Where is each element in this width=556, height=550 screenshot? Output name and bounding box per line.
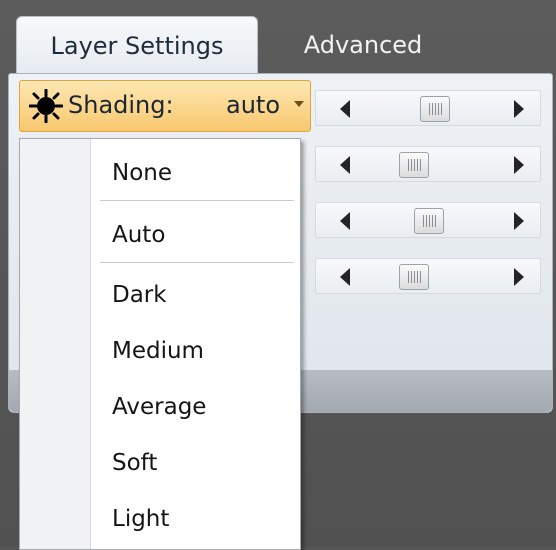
slider-left-arrow-icon[interactable] <box>340 156 350 174</box>
sun-icon <box>29 89 63 123</box>
tab-advanced[interactable]: Advanced <box>268 16 458 74</box>
shading-label: Shading: <box>68 91 174 119</box>
slider-right-arrow-icon[interactable] <box>514 268 524 286</box>
menu-item-none[interactable]: None <box>112 151 292 195</box>
menu-item-average[interactable]: Average <box>112 385 292 429</box>
shading-value: auto <box>226 91 281 119</box>
shading-dropdown-menu: None Auto Dark Medium Average Soft Light <box>19 138 301 550</box>
tab-layer-settings-label: Layer Settings <box>50 31 224 60</box>
slider-right-arrow-icon[interactable] <box>514 156 524 174</box>
menu-separator <box>100 200 294 201</box>
slider-right-arrow-icon[interactable] <box>514 212 524 230</box>
slider-left-arrow-icon[interactable] <box>340 100 350 118</box>
menu-item-dark[interactable]: Dark <box>112 273 292 317</box>
tab-layer-settings[interactable]: Layer Settings <box>16 16 258 74</box>
window-frame: Layer Settings Advanced Shading: auto No… <box>0 0 556 550</box>
menu-icon-gutter <box>20 139 91 549</box>
chevron-down-icon <box>294 101 304 107</box>
slider-thumb[interactable] <box>414 208 444 234</box>
slider-4[interactable] <box>315 258 541 294</box>
menu-item-soft[interactable]: Soft <box>112 441 292 485</box>
slider-1[interactable] <box>315 90 541 126</box>
shading-dropdown-button[interactable]: Shading: auto <box>19 80 311 132</box>
slider-thumb[interactable] <box>399 264 429 290</box>
slider-3[interactable] <box>315 202 541 238</box>
tab-advanced-label: Advanced <box>303 31 423 59</box>
slider-left-arrow-icon[interactable] <box>340 212 350 230</box>
tab-bar: Layer Settings Advanced <box>0 0 556 74</box>
slider-2[interactable] <box>315 146 541 182</box>
slider-thumb[interactable] <box>420 96 450 122</box>
menu-item-auto[interactable]: Auto <box>112 213 292 257</box>
menu-item-light[interactable]: Light <box>112 497 292 541</box>
slider-right-arrow-icon[interactable] <box>514 100 524 118</box>
menu-item-medium[interactable]: Medium <box>112 329 292 373</box>
slider-thumb[interactable] <box>399 152 429 178</box>
slider-left-arrow-icon[interactable] <box>340 268 350 286</box>
menu-separator <box>100 262 294 263</box>
